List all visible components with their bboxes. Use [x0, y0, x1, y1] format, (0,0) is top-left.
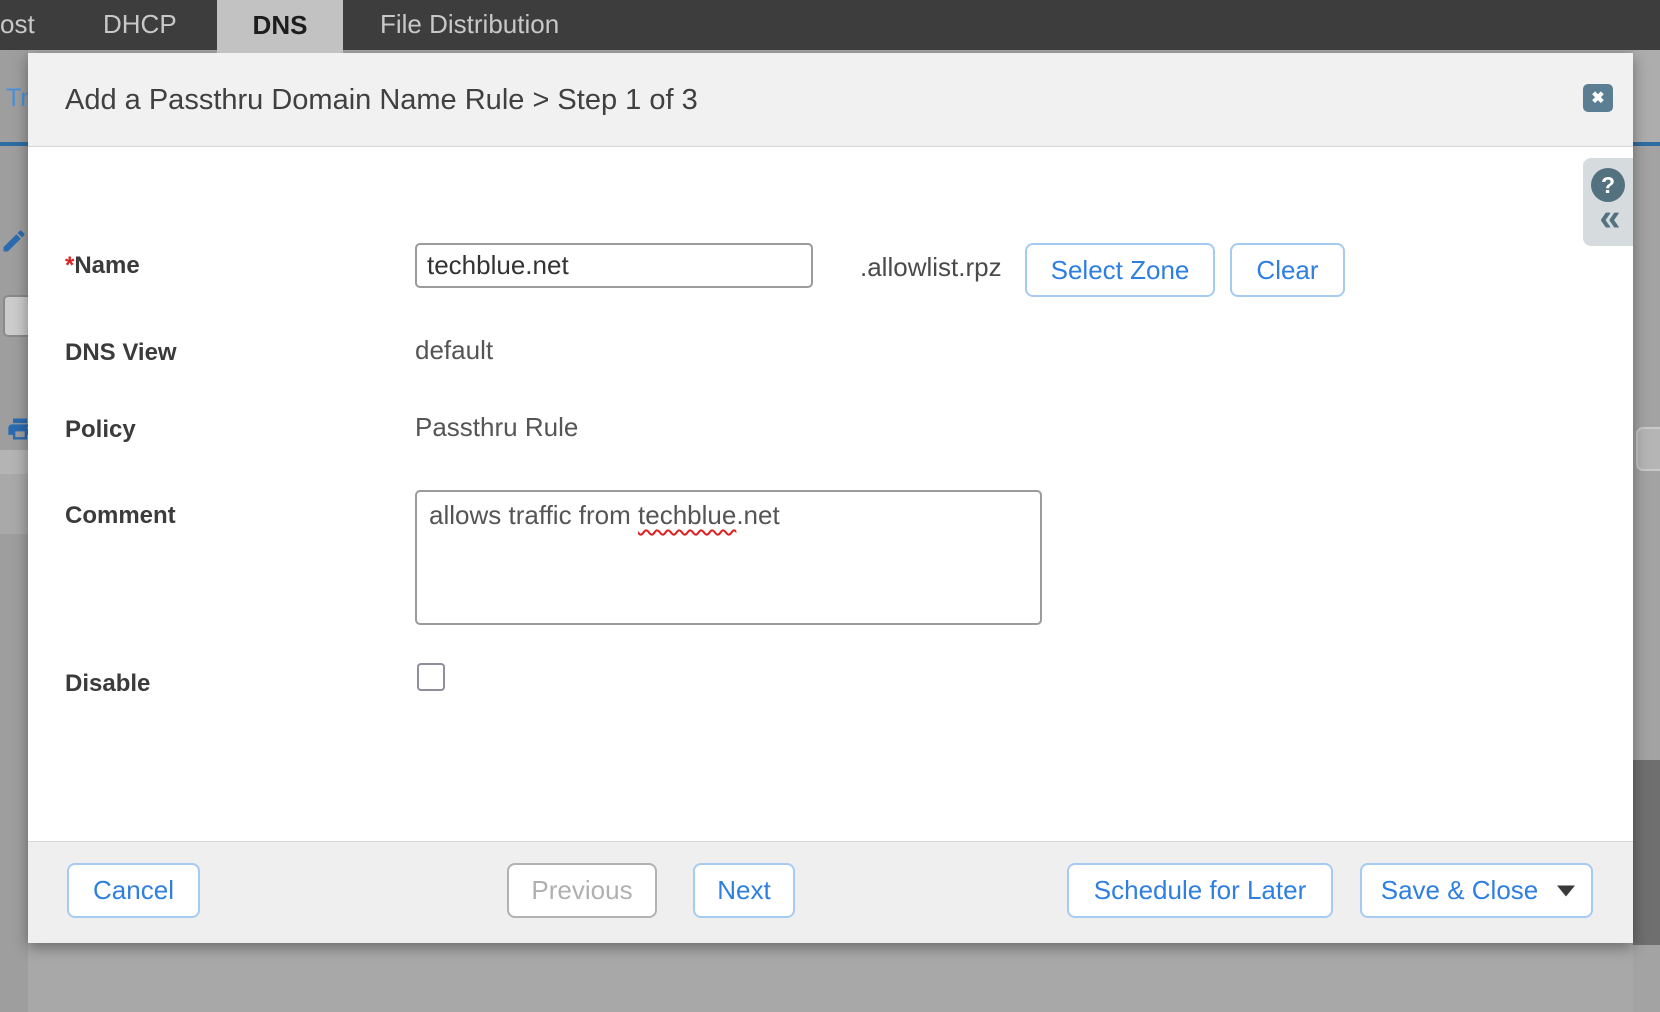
background-row-band	[0, 474, 28, 534]
background-row-band	[0, 450, 28, 474]
save-and-close-button[interactable]: Save & Close	[1360, 863, 1593, 918]
background-band	[1633, 50, 1660, 142]
schedule-for-later-button[interactable]: Schedule for Later	[1067, 863, 1333, 918]
dns-view-label: DNS View	[65, 339, 177, 367]
zone-suffix-text: .allowlist.rpz	[860, 252, 1002, 283]
tab-host[interactable]: ost	[0, 0, 35, 50]
background-subtab: Tr	[6, 84, 28, 113]
policy-value: Passthru Rule	[415, 412, 578, 443]
dialog-header: Add a Passthru Domain Name Rule > Step 1…	[28, 53, 1633, 147]
screen: ost DHCP DNS File Distribution Tr Add a …	[0, 0, 1660, 1012]
tab-dns-label: DNS	[217, 0, 343, 50]
comment-text: allows traffic from	[429, 500, 638, 530]
top-tab-bar: ost DHCP DNS File Distribution	[0, 0, 1660, 50]
caret-down-icon[interactable]	[1557, 885, 1575, 896]
disable-label: Disable	[65, 670, 150, 698]
background-dark-panel	[1633, 760, 1660, 945]
close-icon[interactable]: ✖	[1583, 84, 1613, 112]
background-input-box	[3, 295, 28, 337]
tab-file-distribution[interactable]: File Distribution	[380, 0, 559, 50]
help-panel: ? «	[1583, 158, 1633, 246]
pencil-icon	[0, 226, 28, 256]
background-active-tab-underline	[1633, 142, 1660, 146]
previous-button[interactable]: Previous	[507, 863, 657, 918]
cancel-button[interactable]: Cancel	[67, 863, 200, 918]
next-button[interactable]: Next	[693, 863, 795, 918]
background-page-left-strip: Tr	[0, 50, 28, 1012]
comment-textarea[interactable]: allows traffic from techblue.net	[415, 490, 1042, 625]
disable-checkbox[interactable]	[417, 663, 445, 691]
policy-label: Policy	[65, 416, 136, 444]
required-asterisk: *	[65, 252, 74, 279]
collapse-panel-icon[interactable]: «	[1593, 196, 1627, 240]
name-label: *Name	[65, 252, 140, 280]
clear-button[interactable]: Clear	[1230, 243, 1345, 297]
background-button-box	[1636, 427, 1660, 471]
tab-dhcp[interactable]: DHCP	[103, 0, 177, 50]
comment-label: Comment	[65, 502, 176, 530]
add-passthru-rule-dialog: Add a Passthru Domain Name Rule > Step 1…	[28, 53, 1633, 943]
comment-text: .net	[736, 500, 779, 530]
printer-icon	[6, 414, 28, 444]
dialog-footer: Cancel Previous Next Schedule for Later …	[28, 841, 1633, 943]
select-zone-button[interactable]: Select Zone	[1025, 243, 1215, 297]
save-and-close-label: Save & Close	[1381, 875, 1539, 906]
background-page-right-strip	[1633, 50, 1660, 1012]
comment-misspelled-word: techblue	[638, 500, 736, 530]
name-input[interactable]	[415, 243, 813, 288]
dns-view-value: default	[415, 335, 493, 366]
dialog-title: Add a Passthru Domain Name Rule > Step 1…	[65, 53, 698, 147]
background-active-tab-underline	[0, 142, 28, 146]
tab-dns[interactable]: DNS	[217, 0, 343, 53]
